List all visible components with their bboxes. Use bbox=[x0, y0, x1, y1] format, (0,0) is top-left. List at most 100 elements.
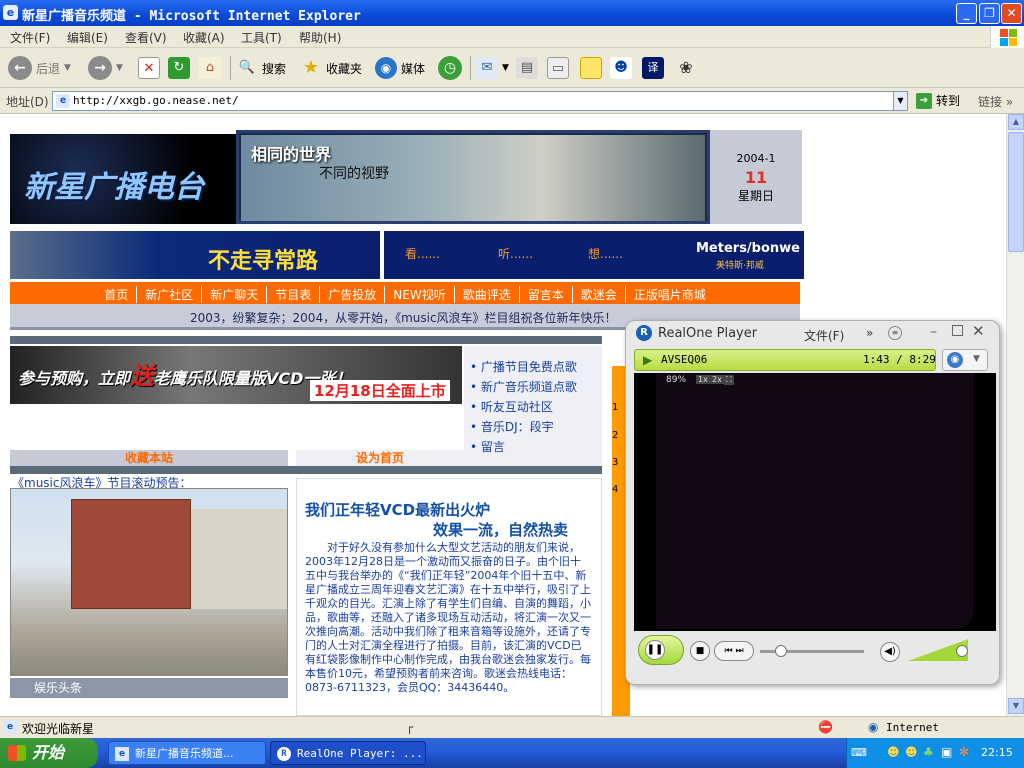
qq-icon[interactable]: ☻ bbox=[905, 745, 918, 759]
stop-button[interactable]: ✕ bbox=[138, 55, 160, 81]
start-button[interactable]: 开始 bbox=[0, 738, 98, 768]
nav-song-vote[interactable]: 歌曲评选 bbox=[455, 286, 520, 303]
nav-new-av[interactable]: NEW视听 bbox=[385, 286, 455, 303]
nav-home[interactable]: 首页 bbox=[96, 286, 138, 303]
player-options-icon[interactable]: ≡ bbox=[888, 326, 902, 340]
qq-icon[interactable]: ☻ bbox=[887, 745, 900, 759]
vertical-scrollbar[interactable]: ▲ ▼ bbox=[1006, 114, 1024, 716]
messenger-button[interactable]: ☻ bbox=[610, 55, 632, 81]
back-button[interactable]: ← 后退 ▼ bbox=[8, 55, 71, 81]
scroll-thumb[interactable] bbox=[1008, 132, 1024, 252]
zoom-1x-button[interactable]: 1x bbox=[696, 375, 710, 384]
fullscreen-icon[interactable]: ⛶ bbox=[724, 375, 734, 385]
refresh-button[interactable]: ↻ bbox=[168, 55, 190, 81]
history-button[interactable]: ◷ bbox=[438, 55, 462, 81]
close-button[interactable]: ✕ bbox=[1001, 3, 1022, 24]
video-area[interactable]: 89% 1x 2x ⛶ bbox=[634, 373, 996, 631]
nav-bar: 首页 新广社区 新广聊天 节目表 广告投放 NEW视听 歌曲评选 留言本 歌迷会… bbox=[10, 282, 800, 304]
paw-icon: ❀ bbox=[679, 58, 693, 77]
discuss-button[interactable] bbox=[580, 55, 602, 81]
address-input[interactable]: e http://xxgb.go.nease.net/ bbox=[52, 91, 908, 111]
num-4[interactable]: 4 bbox=[612, 484, 618, 495]
minimize-button[interactable]: _ bbox=[956, 3, 977, 24]
realone-logo-icon: R bbox=[277, 747, 291, 761]
tray-tree-icon[interactable]: ♣ bbox=[923, 745, 934, 759]
side-link-community[interactable]: • 听友互动社区 bbox=[470, 398, 553, 415]
stop-button[interactable]: ■ bbox=[690, 641, 710, 661]
site-logo[interactable]: 新星广播电台 bbox=[10, 134, 236, 224]
side-link-channel-request[interactable]: • 新广音乐频道点歌 bbox=[470, 378, 577, 395]
translate-button[interactable]: 译 bbox=[642, 55, 664, 81]
player-maximize-button[interactable] bbox=[952, 325, 963, 336]
links-button[interactable]: 链接 » bbox=[978, 93, 1013, 110]
player-minimize-button[interactable]: – bbox=[930, 324, 937, 340]
set-home-link[interactable]: 设为首页 bbox=[296, 450, 464, 466]
edit-button[interactable]: ▭ bbox=[547, 55, 569, 81]
nav-fanclub[interactable]: 歌迷会 bbox=[573, 286, 626, 303]
seek-bar[interactable] bbox=[760, 645, 864, 657]
print-button[interactable]: ▤ bbox=[516, 55, 538, 81]
pause-button[interactable]: ❚❚ bbox=[638, 635, 684, 665]
address-dropdown[interactable]: ▼ bbox=[893, 92, 907, 110]
forward-button[interactable]: → ▼ bbox=[88, 55, 123, 81]
go-button[interactable]: ➔ 转到 bbox=[916, 92, 960, 109]
network-icon[interactable]: ▣ bbox=[941, 745, 952, 759]
task-ie[interactable]: e 新星广播音乐频道... bbox=[108, 741, 266, 765]
chevron-down-icon: ▼ bbox=[502, 63, 509, 73]
menu-tools[interactable]: 工具(T) bbox=[241, 29, 282, 46]
player-file-menu[interactable]: 文件(F) bbox=[804, 327, 844, 344]
nav-ads[interactable]: 广告投放 bbox=[320, 286, 386, 303]
num-2[interactable]: 2 bbox=[612, 430, 618, 441]
volume-slider[interactable] bbox=[906, 639, 968, 661]
vcd-promo-banner[interactable]: 参与预购，立即送老鹰乐队限量版VCD一张！ 12月18日全面上市 bbox=[10, 346, 462, 404]
baidu-button[interactable]: ❀ bbox=[675, 55, 697, 81]
volume-handle[interactable] bbox=[955, 645, 968, 657]
home-button[interactable]: ⌂ bbox=[199, 55, 221, 81]
side-link-dj[interactable]: • 音乐DJ：段宇 bbox=[470, 418, 554, 435]
seek-handle[interactable] bbox=[774, 645, 787, 657]
search-button[interactable]: 🔍 搜索 bbox=[236, 55, 286, 81]
scroll-down-button[interactable]: ▼ bbox=[1008, 698, 1024, 714]
task-realone[interactable]: R RealOne Player: ... bbox=[270, 741, 426, 765]
nav-community[interactable]: 新广社区 bbox=[137, 286, 203, 303]
side-link-message[interactable]: • 留言 bbox=[470, 438, 505, 455]
player-close-button[interactable]: ✕ bbox=[972, 322, 985, 340]
track-nav-buttons[interactable]: ⏮ ⏭ bbox=[714, 641, 754, 661]
mail-button[interactable]: ✉ ▼ bbox=[476, 55, 509, 81]
chevron-down-icon: ▼ bbox=[116, 63, 123, 73]
history-icon: ◷ bbox=[438, 56, 462, 80]
scroll-up-button[interactable]: ▲ bbox=[1008, 114, 1024, 130]
toolbar: ← 后退 ▼ → ▼ ✕ ↻ ⌂ 🔍 搜索 ★ 收藏夹 ◉ 媒体 ◷ ✉ ▼ ▤… bbox=[0, 48, 1024, 88]
menu-view[interactable]: 查看(V) bbox=[125, 29, 167, 46]
menu-file[interactable]: 文件(F) bbox=[10, 29, 50, 46]
maximize-button[interactable]: ❐ bbox=[979, 3, 1000, 24]
menu-help[interactable]: 帮助(H) bbox=[299, 29, 341, 46]
num-1[interactable]: 1 bbox=[612, 402, 618, 413]
volume-icon[interactable]: ✻ bbox=[959, 745, 969, 759]
clock: 22:15 bbox=[981, 746, 1013, 759]
building-shape bbox=[71, 499, 191, 609]
bookmark-link[interactable]: 收藏本站 bbox=[10, 450, 288, 466]
menu-edit[interactable]: 编辑(E) bbox=[67, 29, 108, 46]
favorites-button[interactable]: ★ 收藏夹 bbox=[300, 55, 362, 81]
nav-guestbook[interactable]: 留言本 bbox=[520, 286, 573, 303]
building-wall bbox=[191, 509, 287, 609]
zoom-2x-button[interactable]: 2x bbox=[710, 375, 724, 384]
title-bar: e 新星广播音乐频道 - Microsoft Internet Explorer… bbox=[0, 0, 1024, 26]
mute-button[interactable]: ◀) bbox=[880, 642, 900, 662]
meters-bonwe-ad[interactable]: 不走寻常路 看...... 听...... 想...... Meters/bon… bbox=[10, 231, 804, 279]
nav-schedule[interactable]: 节目表 bbox=[267, 286, 321, 303]
menu-favorites[interactable]: 收藏(A) bbox=[183, 29, 225, 46]
forward-arrow-icon: → bbox=[88, 56, 112, 80]
more-menu-icon[interactable]: » bbox=[866, 326, 873, 340]
nav-chat[interactable]: 新广聊天 bbox=[202, 286, 268, 303]
section-divider bbox=[10, 466, 602, 474]
side-link-free-request[interactable]: • 广播节目免费点歌 bbox=[470, 358, 577, 375]
media-button[interactable]: ◉ 媒体 bbox=[375, 55, 425, 81]
nav-shop[interactable]: 正版唱片商城 bbox=[626, 286, 714, 303]
num-3[interactable]: 3 bbox=[612, 457, 618, 468]
keyboard-icon[interactable]: ⌨ bbox=[851, 746, 867, 759]
now-playing-button[interactable]: ◉ ▼ bbox=[942, 349, 988, 371]
popup-blocked-icon[interactable]: ⛔ bbox=[818, 720, 833, 734]
go-arrow-icon: ➔ bbox=[916, 92, 932, 109]
